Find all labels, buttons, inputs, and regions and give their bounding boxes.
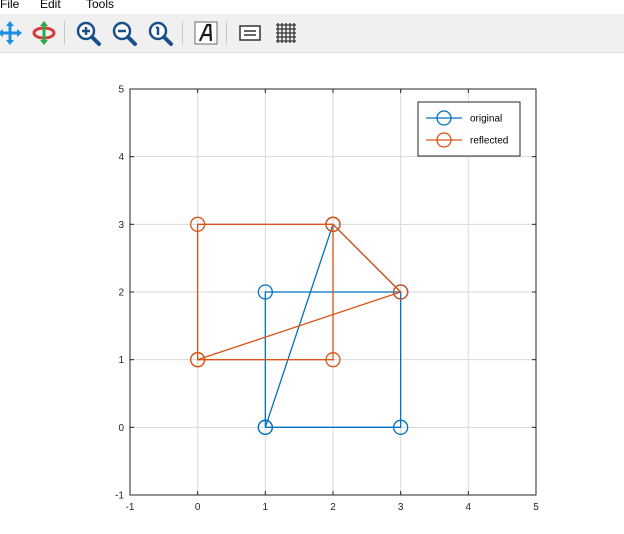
zoom-out-button[interactable] [110, 19, 138, 47]
legend-label-reflected: reflected [470, 136, 508, 147]
x-tick-label: 4 [466, 502, 472, 513]
legend[interactable]: original reflected [417, 101, 521, 157]
rotate-3d-button[interactable] [30, 19, 58, 47]
zoom-out-icon [112, 21, 137, 46]
menu-file[interactable]: File [0, 0, 19, 11]
x-tick-label: 3 [398, 502, 404, 513]
insert-text-icon [194, 21, 218, 45]
grid-toggle-button[interactable] [272, 19, 300, 47]
pan-button[interactable] [0, 19, 24, 47]
y-tick-label: 3 [118, 220, 124, 231]
y-tick-label: 2 [118, 288, 124, 299]
y-tick-label: 5 [118, 85, 124, 96]
y-tick-label: 1 [118, 355, 124, 366]
zoom-in-icon [76, 21, 101, 46]
toolbar-separator [226, 21, 227, 45]
pan-icon [0, 21, 22, 45]
y-tick-label: -1 [115, 491, 124, 502]
grid-toggle-icon [276, 23, 296, 43]
x-tick-label: 0 [195, 502, 201, 513]
rotate-3d-icon [32, 21, 56, 45]
plot-canvas[interactable]: -1 0 1 2 3 4 5 -1 0 1 2 3 4 5 original reflected [0, 52, 624, 534]
zoom-reset-button[interactable] [146, 19, 174, 47]
menu-tools[interactable]: Tools [86, 0, 114, 11]
figure-toolbar [0, 14, 624, 53]
x-tick-label: 5 [533, 502, 539, 513]
toolbar-separator [182, 21, 183, 45]
legend-label-original: original [470, 114, 502, 125]
zoom-reset-icon [148, 21, 173, 46]
x-tick-label: 2 [330, 502, 336, 513]
menu-bar: File Edit Tools [0, 0, 624, 14]
y-tick-label: 4 [118, 152, 124, 163]
insert-text-button[interactable] [192, 19, 220, 47]
zoom-in-button[interactable] [74, 19, 102, 47]
toolbar-separator [64, 21, 65, 45]
legend-toggle-button[interactable] [236, 19, 264, 47]
x-tick-label: -1 [126, 502, 135, 513]
x-tick-label: 1 [263, 502, 269, 513]
legend-box [417, 101, 521, 157]
y-tick-label: 0 [118, 423, 124, 434]
legend-toggle-icon [239, 25, 261, 41]
menu-edit[interactable]: Edit [40, 0, 61, 11]
